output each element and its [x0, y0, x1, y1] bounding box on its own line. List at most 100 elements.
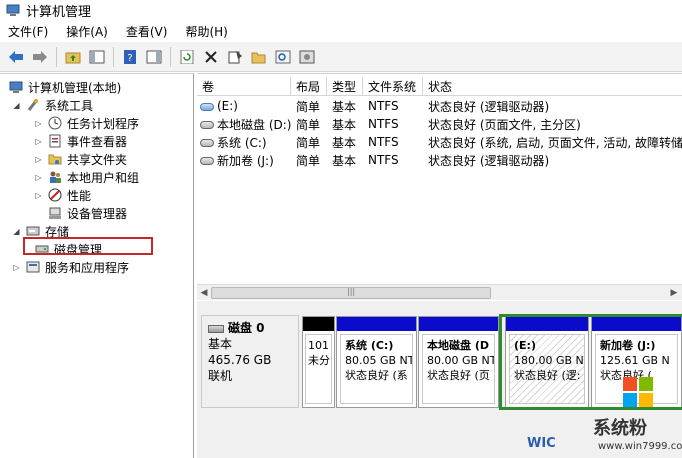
window-title: 计算机管理 — [26, 4, 92, 20]
tree-item-device-manager[interactable]: 设备管理器 — [47, 204, 127, 222]
column-header-layout[interactable]: 布局 — [291, 77, 327, 96]
partition-status: 状态良好 (系 — [345, 369, 408, 382]
partition-bar — [419, 317, 498, 331]
forward-arrow-icon — [33, 50, 47, 63]
volume-name: (E:) — [217, 99, 238, 113]
tree-item-performance[interactable]: ▷ 性能 — [34, 186, 91, 204]
show-hide-action-pane-button[interactable] — [144, 47, 164, 67]
volume-filesystem: NTFS — [368, 99, 399, 113]
tree-item-label: 任务计划程序 — [67, 116, 140, 131]
settings-button[interactable] — [297, 47, 317, 67]
tree-item-shared-folders[interactable]: ▷ 共享文件夹 — [34, 150, 127, 168]
collapse-triangle-icon[interactable]: ◢ — [12, 101, 21, 110]
extended-partition-selection — [499, 314, 682, 410]
tools-icon — [25, 98, 41, 112]
properties-button[interactable] — [225, 47, 245, 67]
menu-file[interactable]: 文件(F) — [8, 23, 48, 40]
show-hide-tree-button[interactable] — [87, 47, 107, 67]
search-button[interactable] — [273, 47, 293, 67]
tree-item-label: 服务和应用程序 — [45, 260, 130, 275]
disk-0-label[interactable]: 磁盘 0 基本 465.76 GB 联机 — [201, 315, 299, 408]
delete-button[interactable] — [201, 47, 221, 67]
properties-icon — [228, 50, 242, 63]
partition-size: 101 — [308, 339, 329, 352]
tree-item-label: 事件查看器 — [67, 134, 128, 149]
watermark-brand: 系统粉 — [593, 418, 647, 439]
volume-list: 卷 布局 类型 文件系统 状态 (E:) 简单 基本 NTFS 状态良好 (逻辑… — [197, 73, 682, 301]
tree-item-event-viewer[interactable]: ▷ 事件查看器 — [34, 132, 127, 150]
folder-up-icon — [65, 52, 81, 63]
partition-name: 本地磁盘 (D — [427, 339, 489, 352]
toolbar-separator — [170, 46, 171, 67]
expand-triangle-icon[interactable]: ▷ — [34, 191, 43, 200]
horizontal-scrollbar[interactable]: ◀ ||| ▶ — [197, 284, 682, 300]
menu-action[interactable]: 操作(A) — [66, 23, 108, 40]
table-row[interactable]: 系统 (C:) 简单 基本 NTFS 状态良好 (系统, 启动, 页面文件, 活… — [197, 133, 682, 151]
disk-size: 465.76 GB — [208, 353, 272, 367]
disk-management-highlight-box — [23, 237, 153, 255]
clock-icon — [47, 116, 63, 130]
partition-bar — [303, 317, 334, 331]
delete-x-icon — [205, 50, 217, 63]
volume-name: 新加卷 (J:) — [217, 153, 274, 168]
volume-type: 基本 — [332, 99, 357, 114]
volume-type: 基本 — [332, 117, 357, 132]
tree-item-root[interactable]: 计算机管理(本地) — [8, 78, 121, 96]
help-icon: ? — [124, 49, 136, 64]
tree-item-services-apps[interactable]: ▷ 服务和应用程序 — [12, 258, 129, 276]
volume-status: 状态良好 (页面文件, 主分区) — [428, 117, 581, 132]
collapse-triangle-icon[interactable]: ◢ — [12, 227, 21, 236]
column-header-volume[interactable]: 卷 — [197, 77, 291, 96]
table-row[interactable]: 新加卷 (J:) 简单 基本 NTFS 状态良好 (逻辑驱动器) — [197, 151, 682, 169]
expand-triangle-icon[interactable]: ▷ — [34, 119, 43, 128]
scroll-left-arrow-icon[interactable]: ◀ — [198, 287, 210, 299]
open-button[interactable] — [249, 47, 269, 67]
disk-settings-icon — [299, 50, 315, 63]
up-one-level-button[interactable] — [63, 47, 83, 67]
column-header-type[interactable]: 类型 — [327, 77, 363, 96]
volume-icon — [200, 102, 214, 111]
partition-d[interactable]: 本地磁盘 (D 80.00 GB NTF 状态良好 (页 — [418, 316, 499, 408]
volume-layout: 简单 — [296, 117, 321, 132]
watermark-url: www.win7999.com — [598, 441, 682, 452]
scroll-right-arrow-icon[interactable]: ▶ — [668, 287, 680, 299]
help-button[interactable]: ? — [120, 47, 140, 67]
menu-bar: 文件(F) 操作(A) 查看(V) 帮助(H) — [0, 20, 682, 42]
services-icon — [25, 260, 41, 274]
partition-unallocated[interactable]: 101 未分 — [302, 316, 335, 408]
volume-filesystem: NTFS — [368, 153, 399, 167]
menu-view[interactable]: 查看(V) — [126, 23, 168, 40]
computer-management-icon — [6, 4, 20, 16]
tree-item-local-users[interactable]: ▷ 本地用户和组 — [34, 168, 139, 186]
tree-item-system-tools[interactable]: ◢ 系统工具 — [12, 96, 93, 114]
refresh-button[interactable] — [177, 47, 197, 67]
volume-layout: 简单 — [296, 135, 321, 150]
storage-icon — [25, 224, 41, 238]
watermark-text: WIC — [527, 436, 556, 451]
column-header-status[interactable]: 状态 — [423, 77, 682, 96]
partition-c[interactable]: 系统 (C:) 80.05 GB NTF 状态良好 (系 — [336, 316, 417, 408]
forward-button[interactable] — [30, 47, 50, 67]
table-row[interactable]: (E:) 简单 基本 NTFS 状态良好 (逻辑驱动器) — [197, 97, 682, 115]
expand-triangle-icon[interactable]: ▷ — [34, 155, 43, 164]
shared-folder-icon — [47, 152, 63, 166]
volume-filesystem: NTFS — [368, 117, 399, 131]
table-row[interactable]: 本地磁盘 (D:) 简单 基本 NTFS 状态良好 (页面文件, 主分区) — [197, 115, 682, 133]
volume-icon — [200, 157, 214, 165]
windows-logo-icon — [623, 377, 653, 407]
expand-triangle-icon[interactable]: ▷ — [12, 263, 21, 272]
volume-icon — [200, 121, 214, 129]
svg-text:?: ? — [127, 53, 132, 64]
tree-item-task-scheduler[interactable]: ▷ 任务计划程序 — [34, 114, 139, 132]
menu-help[interactable]: 帮助(H) — [185, 23, 227, 40]
console-tree-icon — [89, 50, 105, 63]
partition-size: 80.00 GB NTF — [427, 354, 494, 367]
tree-item-label: 本地用户和组 — [67, 170, 140, 185]
column-header-filesystem[interactable]: 文件系统 — [363, 77, 423, 96]
expand-triangle-icon[interactable]: ▷ — [34, 137, 43, 146]
disk-name: 磁盘 0 — [228, 321, 265, 335]
expand-triangle-icon[interactable]: ▷ — [34, 173, 43, 182]
title-bar: 计算机管理 — [0, 0, 682, 20]
device-manager-icon — [47, 206, 63, 220]
back-button[interactable] — [6, 47, 26, 67]
